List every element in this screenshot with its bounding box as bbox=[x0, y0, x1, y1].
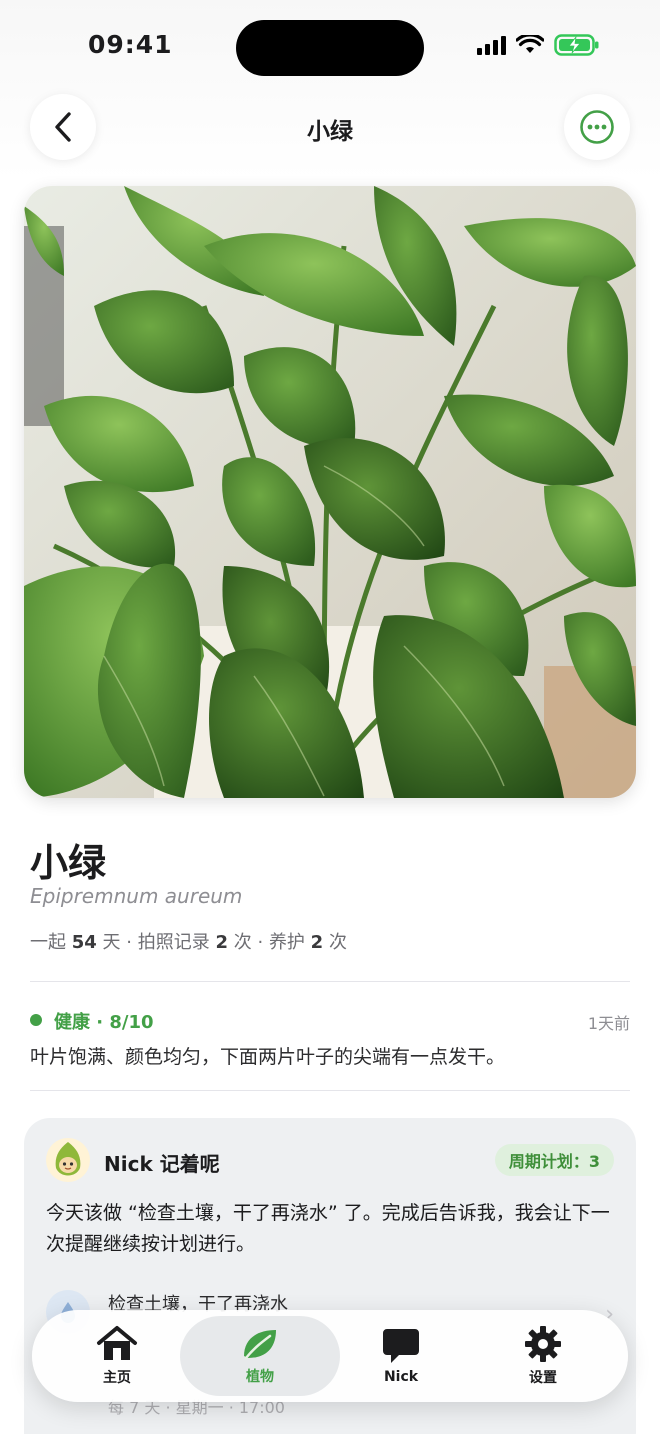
plant-photo[interactable] bbox=[24, 186, 636, 798]
health-status-dot bbox=[30, 1014, 42, 1026]
status-time: 09:41 bbox=[88, 30, 173, 59]
plant-latin-name: Epipremnum aureum bbox=[30, 884, 243, 908]
tab-home-label: 主页 bbox=[103, 1370, 131, 1386]
tab-settings[interactable]: 设置 bbox=[472, 1310, 614, 1402]
care-unit: 次 bbox=[328, 932, 347, 953]
nick-message: 今天该做 “检查土壤，干了再浇水” 了。完成后告诉我，我会让下一次提醒继续按计划… bbox=[46, 1202, 610, 1255]
more-button[interactable] bbox=[564, 94, 630, 160]
tab-home[interactable]: 主页 bbox=[46, 1310, 188, 1402]
together-days: 54 bbox=[71, 932, 97, 953]
tab-nick[interactable]: Nick bbox=[330, 1310, 472, 1402]
more-icon bbox=[580, 110, 614, 144]
tab-plants-label: 植物 bbox=[246, 1369, 274, 1385]
tab-plants[interactable]: 植物 bbox=[180, 1316, 340, 1396]
together-prefix: 一起 bbox=[30, 932, 66, 953]
photo-unit: 次 bbox=[233, 932, 252, 953]
nick-card-title: Nick 记着呢 bbox=[104, 1152, 220, 1176]
photo-label: 拍照记录 bbox=[137, 932, 210, 953]
plant-stats: 一起 54 天 · 拍照记录 2 次 · 养护 2 次 bbox=[30, 928, 347, 954]
together-unit: 天 bbox=[102, 932, 121, 953]
divider bbox=[30, 981, 630, 982]
health-status-label: 健康 · 8/10 bbox=[54, 1012, 154, 1033]
health-description: 叶片饱满、颜色均匀，下面两片叶子的尖端有一点发干。 bbox=[30, 1046, 506, 1068]
leaf-icon bbox=[244, 1330, 276, 1360]
photo-count: 2 bbox=[215, 932, 228, 953]
health-timestamp: 1天前 bbox=[587, 1014, 630, 1033]
divider bbox=[30, 1090, 630, 1091]
health-status-row: 健康 · 8/10 1天前 bbox=[30, 1008, 630, 1034]
status-icons bbox=[477, 34, 600, 56]
stats-separator: · bbox=[126, 932, 132, 953]
care-count: 2 bbox=[310, 932, 324, 953]
tab-settings-label: 设置 bbox=[529, 1370, 557, 1386]
stats-separator: · bbox=[257, 932, 264, 953]
nick-avatar bbox=[46, 1138, 90, 1182]
tab-bar: 主页 植物 Nick 设置 bbox=[32, 1310, 628, 1402]
home-icon bbox=[97, 1326, 137, 1360]
plant-name: 小绿 bbox=[30, 841, 107, 885]
wifi-icon bbox=[516, 35, 544, 53]
gear-icon bbox=[525, 1326, 561, 1362]
plant-detail-screen: 09:41 小绿 小绿 Epipremnum aureum 一起 54 天 · … bbox=[0, 0, 660, 1434]
dynamic-island bbox=[236, 20, 424, 76]
battery-charging-icon bbox=[554, 34, 599, 56]
plan-count-badge[interactable]: 周期计划：3 bbox=[494, 1144, 614, 1176]
chat-bubble-icon bbox=[383, 1329, 419, 1363]
cellular-signal-icon bbox=[477, 35, 506, 55]
care-label: 养护 bbox=[268, 932, 305, 953]
pothos-plant-image bbox=[24, 186, 636, 798]
nick-mascot-icon bbox=[55, 1142, 81, 1176]
page-title: 小绿 bbox=[307, 119, 353, 145]
tab-nick-label: Nick bbox=[383, 1369, 419, 1385]
